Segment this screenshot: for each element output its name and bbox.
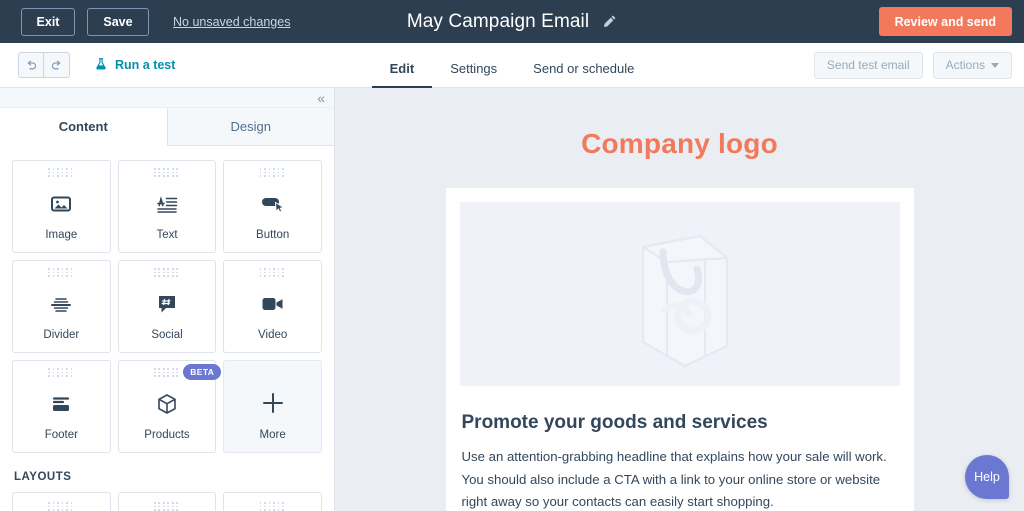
shopping-bag-placeholder-icon bbox=[641, 234, 728, 368]
sidebar-tab-list: Content Design bbox=[0, 108, 334, 146]
drag-handle-dots-icon bbox=[48, 268, 74, 278]
drag-handle-dots-icon bbox=[153, 268, 180, 278]
exit-button[interactable]: Exit bbox=[21, 7, 75, 36]
hero-image-module[interactable] bbox=[459, 202, 900, 386]
toolbar-right-actions: Send test email Actions bbox=[813, 51, 1012, 79]
video-icon bbox=[260, 278, 286, 329]
layout-grid bbox=[12, 492, 322, 511]
layouts-section-title: LAYOUTS bbox=[14, 471, 72, 483]
help-button[interactable]: Help bbox=[965, 455, 1009, 499]
module-card-divider[interactable]: Divider bbox=[12, 260, 111, 353]
module-label: Footer bbox=[44, 429, 78, 441]
flask-icon bbox=[94, 57, 108, 74]
send-test-email-button[interactable]: Send test email bbox=[813, 51, 923, 79]
module-card-image[interactable]: Image bbox=[12, 160, 111, 253]
drag-handle-dots-icon bbox=[48, 502, 74, 511]
email-title-group: May Campaign Email bbox=[0, 0, 1024, 43]
footer-icon bbox=[49, 378, 73, 429]
help-label: Help bbox=[974, 470, 1000, 484]
drag-handle-dots-icon bbox=[259, 168, 286, 178]
module-card-button[interactable]: Button bbox=[223, 160, 322, 253]
module-label: Social bbox=[151, 329, 183, 341]
drag-handle-dots-icon bbox=[153, 168, 180, 178]
review-and-send-button[interactable]: Review and send bbox=[878, 7, 1012, 36]
module-label: Button bbox=[256, 229, 290, 241]
module-label: Text bbox=[156, 229, 178, 241]
drag-handle-dots-icon bbox=[48, 168, 74, 178]
module-label: Products bbox=[144, 429, 190, 441]
layout-card[interactable] bbox=[12, 492, 111, 511]
email-heading[interactable]: Promote your goods and services bbox=[460, 412, 900, 434]
drag-handle-dots-icon bbox=[259, 268, 286, 278]
module-card-products[interactable]: BETA Products bbox=[117, 360, 222, 453]
email-content-card: Promote your goods and services Use an a… bbox=[445, 188, 914, 511]
drag-handle-dots-icon bbox=[259, 502, 286, 511]
editor-toolbar: Run a test Edit Settings Send or schedul… bbox=[0, 43, 1024, 89]
sidebar-tab-design[interactable]: Design bbox=[167, 108, 334, 146]
social-icon bbox=[155, 278, 179, 329]
email-editor-app: Exit Save No unsaved changes May Campaig… bbox=[0, 0, 1024, 511]
actions-menu-button[interactable]: Actions bbox=[932, 51, 1012, 79]
top-bar: Exit Save No unsaved changes May Campaig… bbox=[0, 0, 1024, 43]
divider-icon bbox=[49, 278, 73, 329]
undo-redo-group bbox=[18, 52, 70, 78]
products-icon bbox=[155, 378, 179, 429]
page-title: May Campaign Email bbox=[406, 10, 590, 32]
tab-settings[interactable]: Settings bbox=[432, 61, 515, 89]
drag-handle-dots-icon bbox=[153, 368, 180, 378]
drag-handle-dots-icon bbox=[153, 502, 180, 511]
double-chevron-left-icon[interactable]: « bbox=[317, 91, 325, 105]
tab-edit[interactable]: Edit bbox=[371, 61, 433, 89]
module-label: Image bbox=[45, 229, 78, 241]
redo-arrow-icon[interactable] bbox=[44, 52, 70, 78]
editor-body: « Content Design Image Text Button Divid… bbox=[0, 88, 1024, 511]
save-button[interactable]: Save bbox=[87, 7, 149, 36]
layout-card[interactable] bbox=[117, 492, 217, 511]
sidebar-scroll-area[interactable]: Image Text Button Divider Social Video F… bbox=[0, 146, 334, 511]
company-logo-text: Company logo bbox=[581, 128, 778, 159]
module-card-social[interactable]: Social bbox=[117, 260, 217, 353]
module-label: Video bbox=[258, 329, 288, 341]
tab-send-or-schedule[interactable]: Send or schedule bbox=[515, 61, 652, 89]
image-icon bbox=[49, 178, 73, 229]
chevron-down-icon bbox=[991, 62, 999, 68]
module-card-video[interactable]: Video bbox=[223, 260, 322, 353]
run-a-test-label: Run a test bbox=[115, 58, 176, 72]
run-a-test-button[interactable]: Run a test bbox=[94, 57, 175, 74]
unsaved-changes-status[interactable]: No unsaved changes bbox=[173, 15, 290, 29]
module-card-more[interactable]: More bbox=[223, 360, 322, 453]
beta-badge: BETA bbox=[183, 364, 222, 380]
undo-arrow-icon[interactable] bbox=[18, 52, 44, 78]
actions-label: Actions bbox=[945, 58, 985, 72]
content-sidebar: « Content Design Image Text Button Divid… bbox=[0, 88, 335, 511]
module-card-text[interactable]: Text bbox=[117, 160, 217, 253]
send-test-email-label: Send test email bbox=[826, 58, 910, 72]
email-logo-band[interactable]: Company logo bbox=[335, 88, 1024, 188]
drag-handle-dots-icon bbox=[48, 368, 74, 378]
module-label: Divider bbox=[43, 329, 80, 341]
button-icon bbox=[260, 178, 286, 229]
module-label: More bbox=[259, 429, 286, 441]
email-preview-canvas[interactable]: Company logo Promote your goods and serv… bbox=[335, 88, 1024, 511]
text-icon bbox=[155, 178, 179, 229]
plus-icon bbox=[260, 368, 286, 429]
sidebar-collapse-row: « bbox=[0, 88, 334, 108]
module-grid: Image Text Button Divider Social Video F… bbox=[12, 160, 322, 453]
pencil-icon[interactable] bbox=[602, 14, 617, 29]
layout-card[interactable] bbox=[223, 492, 322, 511]
email-paragraph[interactable]: Use an attention-grabbing headline that … bbox=[460, 446, 900, 511]
module-card-footer[interactable]: Footer bbox=[12, 360, 111, 453]
sidebar-tab-content[interactable]: Content bbox=[0, 108, 168, 146]
